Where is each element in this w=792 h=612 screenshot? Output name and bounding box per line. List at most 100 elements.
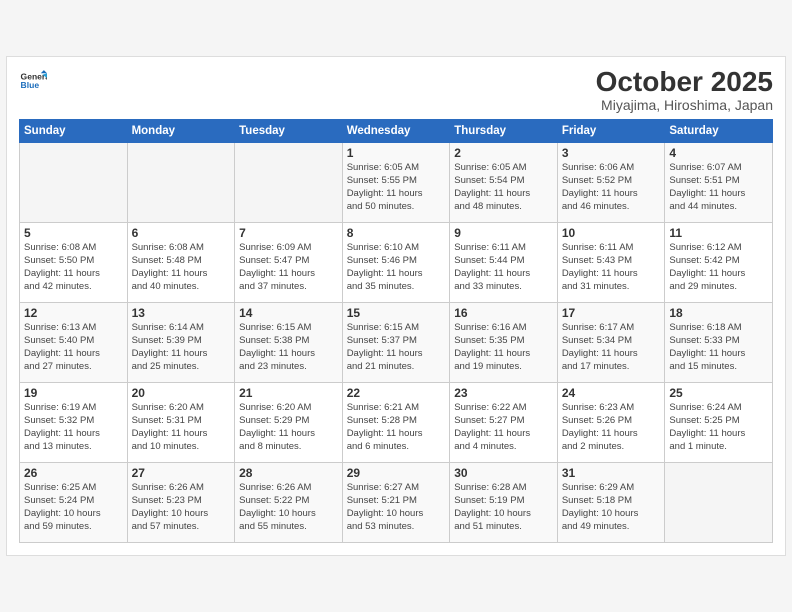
day-number: 19 [24, 386, 123, 400]
day-number: 8 [347, 226, 446, 240]
day-content: Sunrise: 6:29 AM Sunset: 5:18 PM Dayligh… [562, 482, 661, 533]
calendar-cell: 13Sunrise: 6:14 AM Sunset: 5:39 PM Dayli… [127, 303, 235, 383]
calendar-cell: 3 Sunrise: 6:06 AM Sunset: 5:52 PM Daylig… [557, 143, 665, 223]
calendar-cell: 7 Sunrise: 6:09 AM Sunset: 5:47 PM Daylig… [235, 223, 343, 303]
day-number: 15 [347, 306, 446, 320]
logo-icon: General Blue [19, 67, 47, 95]
calendar-cell: 30Sunrise: 6:28 AM Sunset: 5:19 PM Dayli… [450, 463, 558, 543]
calendar-cell [235, 143, 343, 223]
calendar-cell: 14 Sunrise: 6:15 AM Sunset: 5:38 PM Dayli… [235, 303, 343, 383]
calendar-cell: 4 Sunrise: 6:07 AM Sunset: 5:51 PM Daylig… [665, 143, 773, 223]
day-content: Sunrise: 6:21 AM Sunset: 5:28 PM Dayligh… [347, 402, 446, 453]
day-content: Sunrise: 6:17 AM Sunset: 5:34 PM Dayligh… [562, 322, 661, 373]
day-number: 29 [347, 466, 446, 480]
weekday-header: Friday [557, 120, 665, 143]
day-content: Sunrise: 6:26 AM Sunset: 5:22 PM Dayligh… [239, 482, 338, 533]
calendar-body: 1 Sunrise: 6:05 AM Sunset: 5:55 PM Daylig… [20, 143, 773, 543]
calendar-cell: 10 Sunrise: 6:11 AM Sunset: 5:43 PM Dayli… [557, 223, 665, 303]
calendar-cell: 28Sunrise: 6:26 AM Sunset: 5:22 PM Dayli… [235, 463, 343, 543]
calendar-cell [20, 143, 128, 223]
day-content: Sunrise: 6:24 AM Sunset: 5:25 PM Dayligh… [669, 402, 768, 453]
day-content: Sunrise: 6:20 AM Sunset: 5:31 PM Dayligh… [132, 402, 231, 453]
calendar-cell: 29 Sunrise: 6:27 AM Sunset: 5:21 PM Dayli… [342, 463, 450, 543]
calendar-cell: 2 Sunrise: 6:05 AM Sunset: 5:54 PM Daylig… [450, 143, 558, 223]
day-number: 14 [239, 306, 338, 320]
calendar-week-row: 5Sunrise: 6:08 AM Sunset: 5:50 PM Daylig… [20, 223, 773, 303]
day-number: 2 [454, 146, 553, 160]
calendar-week-row: 19 Sunrise: 6:19 AM Sunset: 5:32 PM Dayli… [20, 383, 773, 463]
day-content: Sunrise: 6:15 AM Sunset: 5:37 PM Dayligh… [347, 322, 446, 373]
day-number: 6 [132, 226, 231, 240]
day-number: 1 [347, 146, 446, 160]
day-number: 5 [24, 226, 123, 240]
day-number: 24 [562, 386, 661, 400]
day-content: Sunrise: 6:28 AM Sunset: 5:19 PM Dayligh… [454, 482, 553, 533]
day-content: Sunrise: 6:07 AM Sunset: 5:51 PM Dayligh… [669, 162, 768, 213]
calendar-page: General Blue October 2025 Miyajima, Hiro… [6, 56, 786, 557]
page-header: General Blue October 2025 Miyajima, Hiro… [19, 67, 773, 114]
day-number: 22 [347, 386, 446, 400]
day-content: Sunrise: 6:23 AM Sunset: 5:26 PM Dayligh… [562, 402, 661, 453]
calendar-week-row: 26 Sunrise: 6:25 AM Sunset: 5:24 PM Dayli… [20, 463, 773, 543]
month-title: October 2025 [596, 67, 773, 98]
calendar-cell: 17 Sunrise: 6:17 AM Sunset: 5:34 PM Dayli… [557, 303, 665, 383]
day-number: 16 [454, 306, 553, 320]
calendar-cell: 1 Sunrise: 6:05 AM Sunset: 5:55 PM Daylig… [342, 143, 450, 223]
day-content: Sunrise: 6:11 AM Sunset: 5:43 PM Dayligh… [562, 242, 661, 293]
weekday-header: Thursday [450, 120, 558, 143]
day-number: 11 [669, 226, 768, 240]
calendar-week-row: 12 Sunrise: 6:13 AM Sunset: 5:40 PM Dayli… [20, 303, 773, 383]
day-number: 10 [562, 226, 661, 240]
day-content: Sunrise: 6:25 AM Sunset: 5:24 PM Dayligh… [24, 482, 123, 533]
calendar-week-row: 1 Sunrise: 6:05 AM Sunset: 5:55 PM Daylig… [20, 143, 773, 223]
day-number: 25 [669, 386, 768, 400]
day-number: 31 [562, 466, 661, 480]
day-content: Sunrise: 6:18 AM Sunset: 5:33 PM Dayligh… [669, 322, 768, 373]
calendar-cell: 31 Sunrise: 6:29 AM Sunset: 5:18 PM Dayli… [557, 463, 665, 543]
day-number: 20 [132, 386, 231, 400]
weekday-header: Monday [127, 120, 235, 143]
calendar-header: SundayMondayTuesdayWednesdayThursdayFrid… [20, 120, 773, 143]
day-number: 12 [24, 306, 123, 320]
day-content: Sunrise: 6:14 AM Sunset: 5:39 PM Dayligh… [132, 322, 231, 373]
weekday-header: Sunday [20, 120, 128, 143]
day-content: Sunrise: 6:05 AM Sunset: 5:54 PM Dayligh… [454, 162, 553, 213]
day-content: Sunrise: 6:27 AM Sunset: 5:21 PM Dayligh… [347, 482, 446, 533]
day-content: Sunrise: 6:26 AM Sunset: 5:23 PM Dayligh… [132, 482, 231, 533]
day-number: 4 [669, 146, 768, 160]
weekday-header: Wednesday [342, 120, 450, 143]
day-number: 23 [454, 386, 553, 400]
day-content: Sunrise: 6:15 AM Sunset: 5:38 PM Dayligh… [239, 322, 338, 373]
calendar-cell: 6 Sunrise: 6:08 AM Sunset: 5:48 PM Daylig… [127, 223, 235, 303]
day-content: Sunrise: 6:08 AM Sunset: 5:48 PM Dayligh… [132, 242, 231, 293]
day-content: Sunrise: 6:12 AM Sunset: 5:42 PM Dayligh… [669, 242, 768, 293]
day-number: 26 [24, 466, 123, 480]
day-number: 9 [454, 226, 553, 240]
calendar-cell: 20 Sunrise: 6:20 AM Sunset: 5:31 PM Dayli… [127, 383, 235, 463]
calendar-cell: 18 Sunrise: 6:18 AM Sunset: 5:33 PM Dayli… [665, 303, 773, 383]
calendar-cell: 21 Sunrise: 6:20 AM Sunset: 5:29 PM Dayli… [235, 383, 343, 463]
day-content: Sunrise: 6:16 AM Sunset: 5:35 PM Dayligh… [454, 322, 553, 373]
calendar-cell [665, 463, 773, 543]
calendar-cell: 12 Sunrise: 6:13 AM Sunset: 5:40 PM Dayli… [20, 303, 128, 383]
day-number: 17 [562, 306, 661, 320]
calendar-cell: 27 Sunrise: 6:26 AM Sunset: 5:23 PM Dayli… [127, 463, 235, 543]
day-content: Sunrise: 6:11 AM Sunset: 5:44 PM Dayligh… [454, 242, 553, 293]
day-number: 3 [562, 146, 661, 160]
day-number: 21 [239, 386, 338, 400]
day-content: Sunrise: 6:06 AM Sunset: 5:52 PM Dayligh… [562, 162, 661, 213]
day-content: Sunrise: 6:20 AM Sunset: 5:29 PM Dayligh… [239, 402, 338, 453]
day-number: 27 [132, 466, 231, 480]
day-content: Sunrise: 6:13 AM Sunset: 5:40 PM Dayligh… [24, 322, 123, 373]
calendar-cell: 25 Sunrise: 6:24 AM Sunset: 5:25 PM Dayli… [665, 383, 773, 463]
day-number: 7 [239, 226, 338, 240]
calendar-cell: 23Sunrise: 6:22 AM Sunset: 5:27 PM Dayli… [450, 383, 558, 463]
day-content: Sunrise: 6:09 AM Sunset: 5:47 PM Dayligh… [239, 242, 338, 293]
day-content: Sunrise: 6:10 AM Sunset: 5:46 PM Dayligh… [347, 242, 446, 293]
calendar-cell: 16 Sunrise: 6:16 AM Sunset: 5:35 PM Dayli… [450, 303, 558, 383]
calendar-cell: 5Sunrise: 6:08 AM Sunset: 5:50 PM Daylig… [20, 223, 128, 303]
day-content: Sunrise: 6:19 AM Sunset: 5:32 PM Dayligh… [24, 402, 123, 453]
logo: General Blue [19, 67, 47, 95]
day-content: Sunrise: 6:05 AM Sunset: 5:55 PM Dayligh… [347, 162, 446, 213]
day-number: 18 [669, 306, 768, 320]
